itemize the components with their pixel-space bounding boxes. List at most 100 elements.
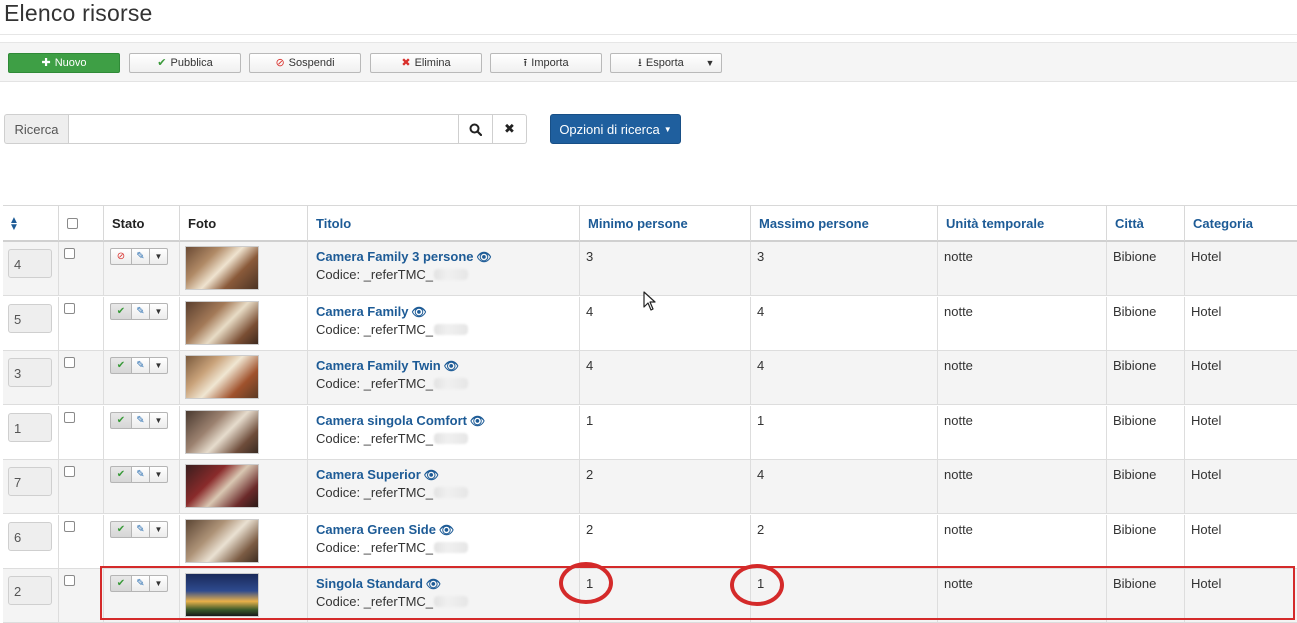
caret-down-icon: ▼ bbox=[663, 124, 672, 134]
sort-column-header[interactable]: ▲ ▼ bbox=[3, 206, 53, 241]
delete-button[interactable]: ✖ Elimina bbox=[370, 53, 482, 73]
column-header-minimo-persone[interactable]: Minimo persone bbox=[579, 206, 750, 241]
row-checkbox[interactable] bbox=[64, 302, 75, 314]
toggle-status-button[interactable]: ✔ bbox=[110, 520, 132, 538]
check-icon: ✔ bbox=[157, 56, 167, 69]
x-icon: ✖ bbox=[401, 56, 411, 69]
ban-icon: ⊘ bbox=[116, 251, 126, 262]
eye-icon[interactable]: 👁 bbox=[412, 305, 427, 319]
toggle-status-button[interactable]: ✔ bbox=[110, 575, 132, 592]
row-checkbox[interactable] bbox=[64, 575, 75, 586]
suspend-button-label: Sospendi bbox=[288, 57, 335, 69]
eye-icon[interactable]: 👁 bbox=[477, 250, 492, 264]
resource-title-link[interactable]: Camera singola Comfort 👁 bbox=[316, 413, 485, 428]
edit-icon: ✎ bbox=[136, 578, 145, 589]
column-header-categoria[interactable]: Categoria bbox=[1184, 206, 1297, 241]
search-options-button[interactable]: Opzioni di ricerca ▼ bbox=[550, 114, 681, 144]
toggle-status-button[interactable]: ⊘ bbox=[110, 248, 132, 265]
resource-title-link[interactable]: Camera Family Twin 👁 bbox=[316, 358, 459, 373]
resource-title-link[interactable]: Camera Family 👁 bbox=[316, 304, 427, 319]
row-actions-dropdown[interactable]: ▼ bbox=[150, 466, 168, 483]
resource-code: Codice: _referTMC_ bbox=[316, 376, 469, 391]
max-persons-value: 3 bbox=[757, 249, 765, 264]
row-checkbox[interactable] bbox=[64, 411, 75, 423]
table-header: ▲ ▼ Stato Foto Titolo Minimo persone Mass… bbox=[3, 205, 1297, 242]
toggle-status-button[interactable]: ✔ bbox=[110, 302, 132, 320]
row-checkbox[interactable] bbox=[64, 248, 75, 259]
edit-button[interactable]: ✎ bbox=[132, 411, 150, 429]
column-header-unita-temporale[interactable]: Unità temporale bbox=[937, 206, 1106, 241]
ordering-input[interactable]: 6 bbox=[8, 521, 52, 551]
title-cell: Camera singola Comfort 👁 Codice: _referTM… bbox=[307, 405, 579, 460]
row-actions-dropdown[interactable]: ▼ bbox=[150, 520, 168, 538]
row-actions-dropdown[interactable]: ▼ bbox=[150, 248, 168, 265]
suspend-button[interactable]: ⊘ Sospendi bbox=[249, 53, 361, 73]
eye-icon[interactable]: 👁 bbox=[470, 414, 485, 428]
ordering-cell: 3 bbox=[3, 351, 58, 405]
edit-button[interactable]: ✎ bbox=[132, 520, 150, 538]
resource-title-link[interactable]: Singola Standard 👁 bbox=[316, 576, 441, 591]
room-photo[interactable] bbox=[185, 573, 259, 617]
row-actions-dropdown[interactable]: ▼ bbox=[150, 357, 168, 374]
resource-title-link[interactable]: Camera Family 3 persone 👁 bbox=[316, 249, 492, 264]
eye-icon[interactable]: 👁 bbox=[426, 577, 441, 591]
photo-cell bbox=[179, 569, 307, 623]
toggle-status-button[interactable]: ✔ bbox=[110, 357, 132, 374]
room-photo[interactable] bbox=[185, 300, 259, 345]
column-header-massimo-persone[interactable]: Massimo persone bbox=[750, 206, 937, 241]
ordering-input[interactable]: 3 bbox=[8, 358, 52, 387]
status-button-group: ✔ ✎ ▼ bbox=[110, 575, 168, 592]
edit-button[interactable]: ✎ bbox=[132, 575, 150, 592]
ordering-input[interactable]: 7 bbox=[8, 467, 52, 496]
row-actions-dropdown[interactable]: ▼ bbox=[150, 411, 168, 429]
row-checkbox[interactable] bbox=[64, 357, 75, 368]
room-photo[interactable] bbox=[185, 464, 259, 508]
edit-button[interactable]: ✎ bbox=[132, 302, 150, 320]
time-unit-value: notte bbox=[944, 358, 973, 373]
eye-icon[interactable]: 👁 bbox=[444, 359, 459, 373]
edit-icon: ✎ bbox=[136, 523, 145, 535]
room-photo[interactable] bbox=[185, 518, 259, 563]
status-button-group: ✔ ✎ ▼ bbox=[110, 357, 168, 374]
time-unit-cell: notte bbox=[937, 569, 1106, 623]
import-button-label: Importa bbox=[531, 57, 569, 69]
room-photo[interactable] bbox=[185, 355, 259, 399]
row-checkbox[interactable] bbox=[64, 466, 75, 477]
toggle-status-button[interactable]: ✔ bbox=[110, 411, 132, 429]
search-input[interactable] bbox=[68, 114, 459, 144]
edit-button[interactable]: ✎ bbox=[132, 357, 150, 374]
row-checkbox[interactable] bbox=[64, 520, 75, 532]
eye-icon[interactable]: 👁 bbox=[424, 468, 439, 482]
edit-button[interactable]: ✎ bbox=[132, 466, 150, 483]
check-icon: ✔ bbox=[116, 414, 126, 426]
room-photo[interactable] bbox=[185, 246, 259, 290]
table-row: 1 ✔ ✎ ▼ Camera singola Comfort 👁 Codice: … bbox=[3, 405, 1297, 460]
ordering-input[interactable]: 1 bbox=[8, 412, 52, 442]
toggle-status-button[interactable]: ✔ bbox=[110, 466, 132, 483]
column-header-titolo[interactable]: Titolo bbox=[307, 206, 579, 241]
chevron-down-icon[interactable]: ▼ bbox=[699, 54, 721, 72]
select-all-checkbox[interactable] bbox=[67, 218, 78, 229]
ordering-input[interactable]: 4 bbox=[8, 249, 52, 278]
city-cell: Bibione bbox=[1106, 460, 1184, 514]
ordering-input[interactable]: 5 bbox=[8, 303, 52, 333]
import-button[interactable]: ⭱ Importa bbox=[490, 53, 602, 73]
eye-icon[interactable]: 👁 bbox=[439, 523, 454, 537]
row-actions-dropdown[interactable]: ▼ bbox=[150, 302, 168, 320]
resource-title-link[interactable]: Camera Green Side 👁 bbox=[316, 522, 454, 537]
search-icon bbox=[469, 123, 482, 136]
search-button[interactable] bbox=[459, 114, 493, 144]
new-button[interactable]: ✚ Nuovo bbox=[8, 53, 120, 73]
publish-button[interactable]: ✔ Pubblica bbox=[129, 53, 241, 73]
edit-button[interactable]: ✎ bbox=[132, 248, 150, 265]
export-button-label: Esporta bbox=[645, 57, 684, 69]
redacted-code bbox=[434, 432, 469, 444]
ordering-input[interactable]: 2 bbox=[8, 576, 52, 605]
room-photo[interactable] bbox=[185, 409, 259, 454]
resource-title-link[interactable]: Camera Superior 👁 bbox=[316, 467, 439, 482]
clear-search-button[interactable]: ✖ bbox=[493, 114, 527, 144]
column-header-citta[interactable]: Città bbox=[1106, 206, 1184, 241]
max-persons-value: 2 bbox=[757, 521, 765, 537]
export-button[interactable]: ⭳ Esporta ▼ bbox=[610, 53, 722, 73]
row-actions-dropdown[interactable]: ▼ bbox=[150, 575, 168, 592]
